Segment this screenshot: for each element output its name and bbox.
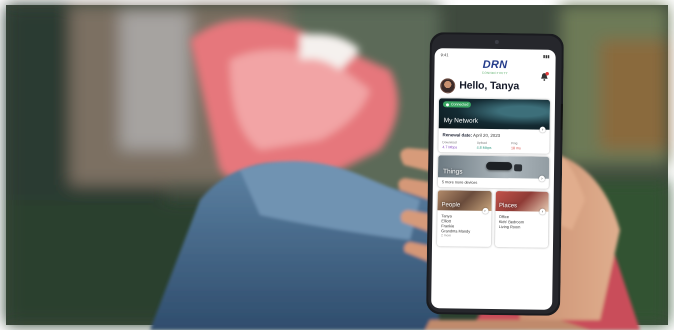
my-network-card[interactable]: Connected My Network › Renewal date: Apr…	[438, 98, 551, 154]
people-places-row: People › Tanya Elliott Frankie Grandma M…	[436, 190, 549, 248]
things-subtitle: 5 more more devices	[441, 180, 478, 185]
stat-upload: Upload 4.8 Mbps	[477, 141, 511, 150]
connected-label: Connected	[450, 102, 469, 107]
check-icon	[445, 102, 449, 106]
network-stats: Download 4.7 Mbps Upload 4.8 Mbps Ping 1…	[442, 140, 545, 150]
stat-label: Ping	[511, 141, 518, 146]
greeting-row: Hello, Tanya	[434, 75, 555, 97]
renewal-label: Renewal date:	[442, 132, 473, 138]
avatar[interactable]	[440, 77, 456, 93]
chevron-right-icon[interactable]: ›	[538, 175, 545, 182]
list-item: Living Room	[498, 224, 521, 230]
stat-download: Download 4.7 Mbps	[442, 140, 476, 149]
renewal-line: Renewal date: April 20, 2023	[443, 132, 546, 138]
greeting-text: Hello, Tanya	[459, 79, 520, 93]
signal-icon: ▮▮▮	[543, 53, 550, 59]
places-card[interactable]: Places › Office Kids' Bedroom Living Roo…	[494, 191, 549, 248]
places-hero-image: Places ›	[494, 191, 549, 215]
smartphone: 9:41 ▮▮▮ DRN CONNECTIVITY Hello, Tanya C…	[426, 32, 564, 316]
app-screen: 9:41 ▮▮▮ DRN CONNECTIVITY Hello, Tanya C…	[431, 48, 556, 310]
stat-value: 4.7 Mbps	[442, 145, 458, 150]
stat-label: Upload	[476, 140, 487, 145]
people-title: People	[441, 202, 461, 209]
app-logo: DRN CONNECTIVITY	[434, 59, 555, 77]
photo-scene: 9:41 ▮▮▮ DRN CONNECTIVITY Hello, Tanya C…	[0, 0, 674, 330]
people-hero-image: People ›	[437, 190, 492, 214]
renewal-value: April 20, 2023	[473, 132, 501, 139]
people-more: 2 more	[441, 233, 452, 238]
connected-badge: Connected	[442, 101, 472, 108]
stat-value: 4.8 Mbps	[476, 145, 492, 150]
people-card[interactable]: People › Tanya Elliott Frankie Grandma M…	[436, 190, 492, 247]
places-title: Places	[499, 203, 518, 210]
stat-value: 18 ms	[510, 146, 521, 151]
notification-bell-icon[interactable]	[539, 72, 549, 82]
network-title: My Network	[443, 117, 479, 125]
chevron-right-icon[interactable]: ›	[539, 208, 546, 215]
people-list: Tanya Elliott Frankie Grandma Mandy 2 mo…	[437, 210, 491, 242]
things-hero-image: Things ›	[437, 155, 550, 182]
stat-label: Download	[442, 140, 457, 145]
chevron-right-icon[interactable]: ›	[481, 207, 489, 214]
stat-ping: Ping 18 ms	[511, 141, 545, 150]
photo-background	[0, 0, 674, 330]
network-details: Renewal date: April 20, 2023 Download 4.…	[438, 128, 549, 154]
chevron-right-icon[interactable]: ›	[539, 126, 546, 133]
speaker-image	[514, 164, 523, 172]
things-title: Things	[442, 168, 463, 176]
router-image	[486, 161, 513, 171]
status-time: 9:41	[440, 51, 449, 57]
network-hero-image: Connected My Network ›	[438, 98, 551, 133]
things-card[interactable]: Things › 5 more more devices	[437, 155, 550, 189]
